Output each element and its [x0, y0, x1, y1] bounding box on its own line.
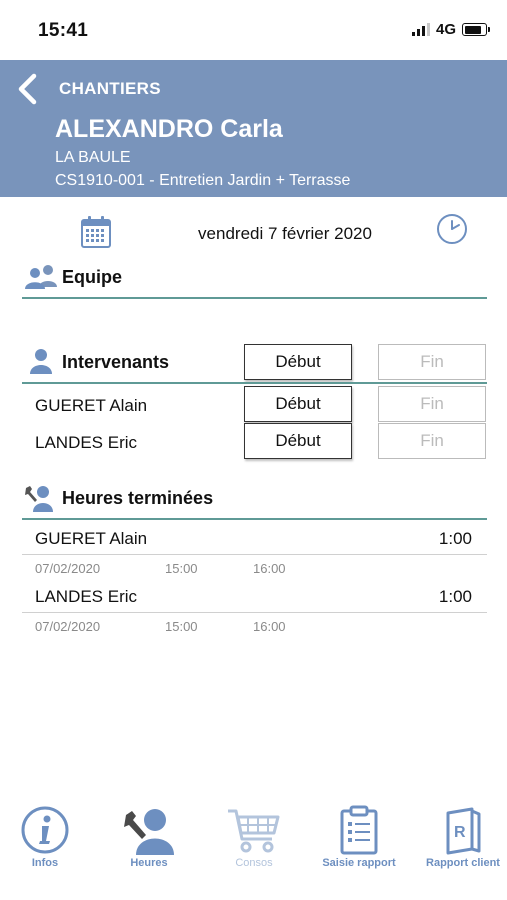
info-icon — [21, 806, 69, 854]
tab-saisie-rapport[interactable]: Saisie rapport — [309, 795, 409, 885]
intervenant-name: GUERET Alain — [35, 396, 148, 415]
hours-total: 1:00 — [438, 587, 472, 606]
hours-end: 16:00 — [253, 619, 286, 634]
battery-icon — [462, 23, 490, 36]
hours-end: 16:00 — [253, 561, 286, 576]
tab-consos[interactable]: Consos — [204, 795, 304, 885]
back-label[interactable]: CHANTIERS — [59, 79, 161, 99]
tab-label-consos: Consos — [235, 857, 273, 869]
signal-icon — [411, 23, 430, 36]
date-label: vendredi 7 février 2020 — [198, 224, 372, 243]
section-title-equipe: Equipe — [62, 267, 123, 287]
tab-label-heures: Heures — [130, 857, 168, 869]
svg-text:R: R — [454, 824, 466, 841]
hours-person-name: GUERET Alain — [35, 529, 148, 548]
worker-wrench-icon — [124, 809, 174, 855]
equipe-divider — [22, 297, 487, 299]
client-name: ALEXANDRO Carla — [55, 115, 283, 143]
tab-bar: Infos Heures Consos Saisie rapport R Rap… — [0, 795, 507, 900]
calendar-icon — [81, 216, 111, 248]
chevron-left-icon — [18, 73, 37, 105]
status-bar: 15:41 4G — [0, 0, 507, 60]
client-city: LA BAULE — [55, 149, 131, 166]
status-time: 15:41 — [38, 20, 89, 41]
hours-date: 07/02/2020 — [35, 619, 101, 634]
hours-person-name: LANDES Eric — [35, 587, 138, 606]
tab-label-infos: Infos — [31, 857, 59, 869]
cart-icon — [228, 809, 280, 853]
section-title-intervenants: Intervenants — [62, 352, 170, 372]
hours-date: 07/02/2020 — [35, 561, 101, 576]
clipboard-icon — [340, 805, 378, 855]
tab-label-rapport-client: Rapport client — [426, 857, 500, 869]
heures-divider — [22, 518, 487, 520]
tab-infos[interactable]: Infos — [0, 795, 95, 885]
calendar-button[interactable] — [80, 215, 112, 249]
row-divider — [22, 554, 487, 555]
person-icon — [30, 349, 52, 374]
status-indicators: 4G — [411, 21, 490, 38]
start-button-landes[interactable]: Début — [244, 423, 352, 459]
report-book-icon: R — [446, 807, 481, 855]
end-button-landes[interactable]: Fin — [378, 423, 486, 459]
hours-total: 1:00 — [438, 529, 472, 548]
row-divider — [22, 612, 487, 613]
start-all-button[interactable]: Début — [244, 344, 352, 380]
tab-label-saisie-rapport: Saisie rapport — [322, 857, 396, 869]
back-button[interactable] — [12, 72, 42, 106]
tab-heures[interactable]: Heures — [99, 795, 199, 885]
clock-icon — [437, 214, 467, 244]
start-button-gueret[interactable]: Début — [244, 386, 352, 422]
end-button-gueret[interactable]: Fin — [378, 386, 486, 422]
worker-wrench-icon — [25, 486, 53, 512]
site-reference: CS1910-001 - Entretien Jardin + Terrasse — [55, 172, 351, 189]
tab-rapport-client[interactable]: R Rapport client — [413, 795, 507, 885]
network-label: 4G — [435, 21, 456, 38]
hours-start: 15:00 — [165, 561, 198, 576]
hours-start: 15:00 — [165, 619, 198, 634]
section-title-heures-terminees: Heures terminées — [62, 488, 214, 508]
site-header: CHANTIERS ALEXANDRO Carla LA BAULE CS191… — [0, 60, 507, 197]
end-all-button[interactable]: Fin — [378, 344, 486, 380]
intervenant-name: LANDES Eric — [35, 433, 138, 452]
clock-button[interactable] — [435, 212, 469, 246]
intervenants-divider — [22, 382, 487, 384]
team-icon — [25, 265, 57, 289]
